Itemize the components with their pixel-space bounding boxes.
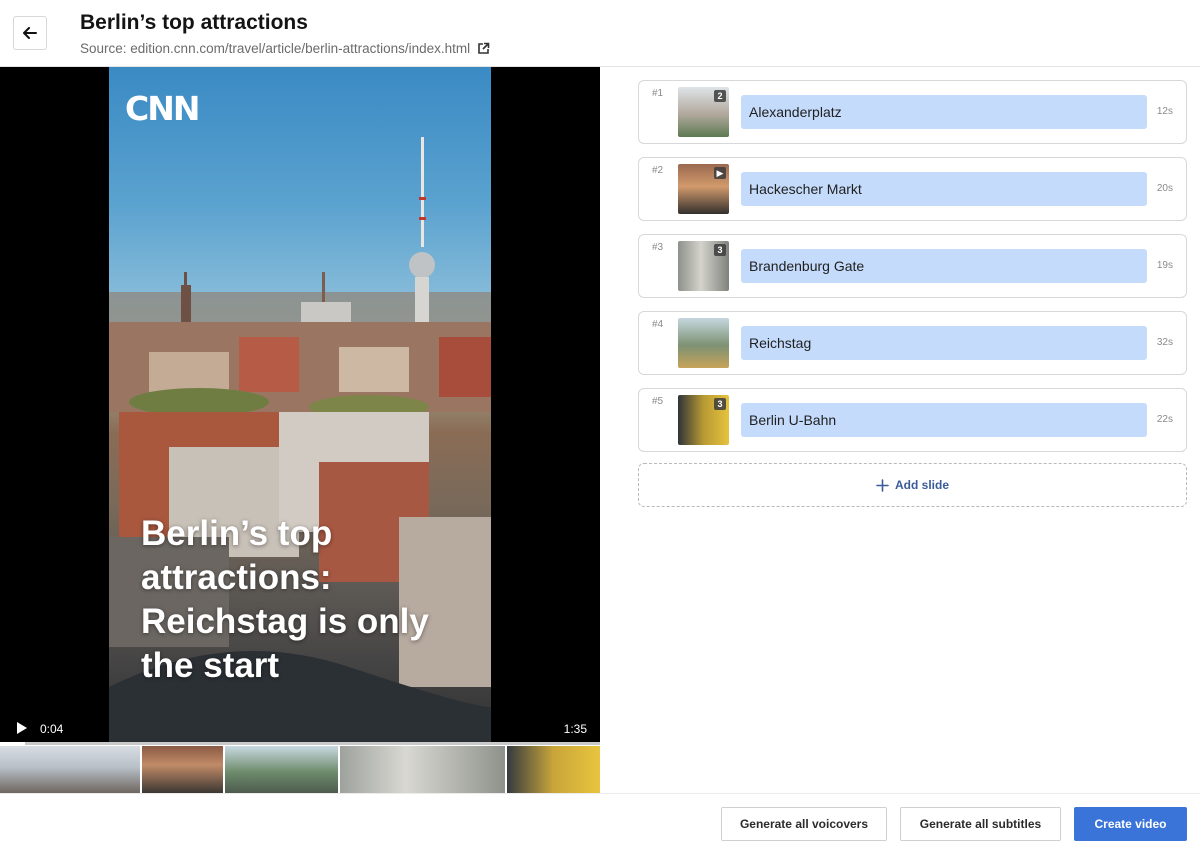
total-time: 1:35 (563, 722, 587, 736)
progress-fill (0, 742, 26, 745)
slide-number: #4 (652, 319, 664, 330)
add-slide-button[interactable]: Add slide (638, 463, 1187, 507)
slide-title-field[interactable]: Berlin U-Bahn (741, 403, 1147, 437)
slide-duration: 32s (1156, 337, 1173, 348)
clip-count-badge: 3 (714, 244, 726, 256)
video-progress-bar[interactable] (0, 742, 600, 745)
slide-title-field[interactable]: Reichstag (741, 326, 1147, 360)
slide-item[interactable]: #2 ▶ Hackescher Markt 20s (638, 157, 1187, 221)
video-headline: Berlin’s top attractions: Reichstag is o… (141, 514, 429, 685)
slide-list: #1 2 Alexanderplatz 12s #2 ▶ Hackescher … (638, 80, 1187, 465)
slide-item[interactable]: #1 2 Alexanderplatz 12s (638, 80, 1187, 144)
slide-thumbnail[interactable]: ▶ (678, 164, 729, 214)
external-link-icon[interactable] (477, 42, 490, 55)
slide-item[interactable]: #3 3 Brandenburg Gate 19s (638, 234, 1187, 298)
plus-icon (876, 478, 889, 492)
timeline-strip[interactable] (0, 746, 600, 793)
slide-thumbnail[interactable]: 3 (678, 395, 729, 445)
video-badge-icon: ▶ (714, 167, 726, 179)
slide-number: #5 (652, 396, 664, 407)
cnn-logo: CNN (125, 89, 200, 128)
timeline-clip-3[interactable] (225, 746, 338, 793)
timeline-clip-2[interactable] (142, 746, 223, 793)
slide-thumbnail[interactable] (678, 318, 729, 368)
source-row: Source: edition.cnn.com/travel/article/b… (80, 41, 490, 56)
slide-duration: 12s (1156, 106, 1173, 117)
slide-item[interactable]: #4 Reichstag 32s (638, 311, 1187, 375)
page-title: Berlin’s top attractions (80, 11, 308, 34)
slide-number: #3 (652, 242, 664, 253)
timeline-clip-5[interactable] (507, 746, 600, 793)
clip-count-badge: 3 (714, 398, 726, 410)
slide-duration: 20s (1156, 183, 1173, 194)
slide-title-field[interactable]: Alexanderplatz (741, 95, 1147, 129)
timeline-clip-1[interactable] (0, 746, 140, 793)
generate-voiceovers-button[interactable]: Generate all voicovers (721, 807, 887, 841)
arrow-left-icon (23, 27, 37, 39)
slide-item[interactable]: #5 3 Berlin U-Bahn 22s (638, 388, 1187, 452)
slide-title-field[interactable]: Hackescher Markt (741, 172, 1147, 206)
slide-title-field[interactable]: Brandenburg Gate (741, 249, 1147, 283)
slide-thumbnail[interactable]: 2 (678, 87, 729, 137)
slide-thumbnail[interactable]: 3 (678, 241, 729, 291)
clip-count-badge: 2 (714, 90, 726, 102)
slide-number: #1 (652, 88, 664, 99)
play-icon[interactable] (15, 721, 29, 735)
slide-duration: 19s (1156, 260, 1173, 271)
timeline-clip-4[interactable] (340, 746, 505, 793)
video-player[interactable]: CNN Berlin’s top attractions: Reichstag … (0, 67, 600, 745)
create-video-button[interactable]: Create video (1074, 807, 1187, 841)
slide-duration: 22s (1156, 414, 1173, 425)
current-time: 0:04 (40, 722, 64, 736)
source-url: Source: edition.cnn.com/travel/article/b… (80, 41, 471, 56)
footer-divider (0, 793, 1200, 794)
add-slide-label: Add slide (894, 478, 949, 492)
video-frame: CNN Berlin’s top attractions: Reichstag … (109, 67, 491, 745)
back-button[interactable] (13, 16, 47, 50)
slide-number: #2 (652, 165, 664, 176)
header: Berlin’s top attractions Source: edition… (0, 0, 1200, 67)
generate-subtitles-button[interactable]: Generate all subtitles (900, 807, 1061, 841)
